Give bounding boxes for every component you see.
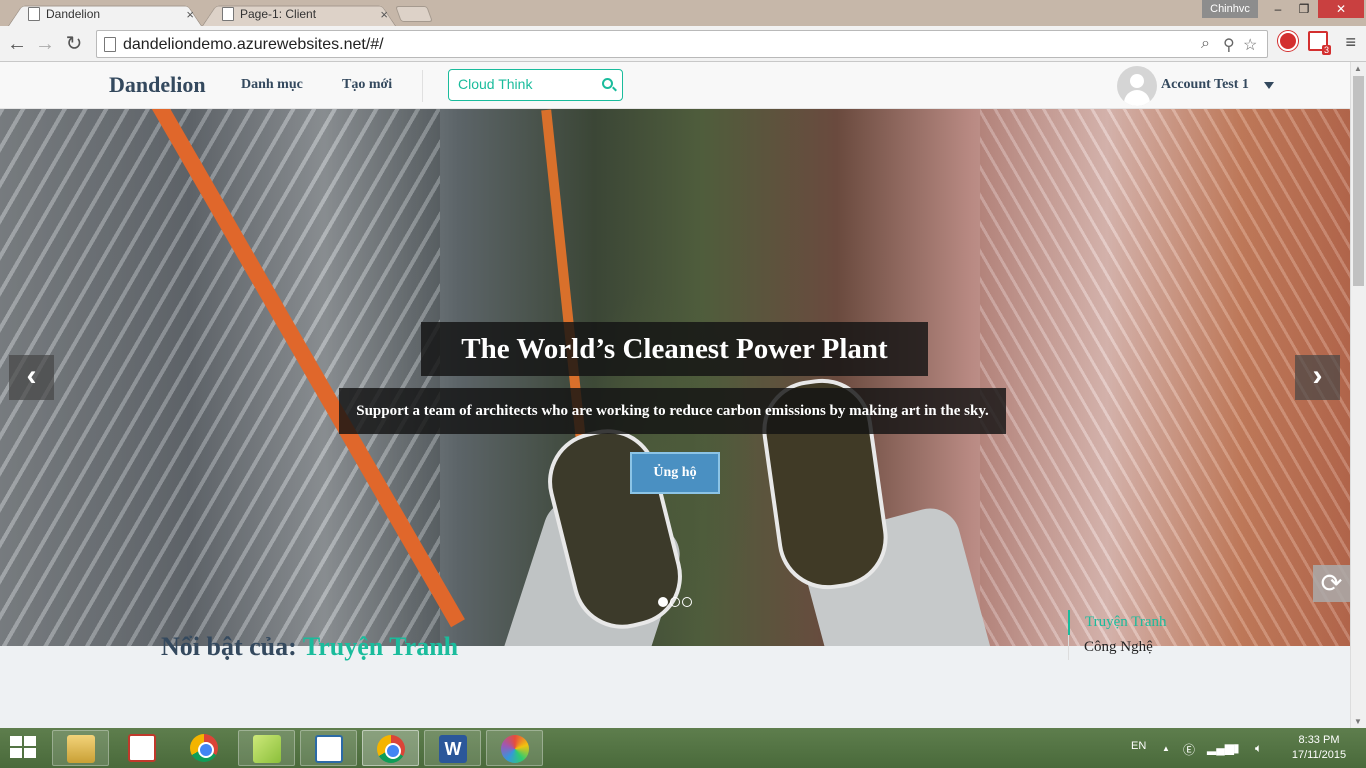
sticky-notes-icon — [253, 735, 281, 763]
taskbar-paint[interactable] — [486, 730, 543, 766]
page-icon — [104, 37, 116, 52]
scroll-down-icon[interactable]: ▼ — [1354, 717, 1362, 726]
browser-titlebar: Dandelion × Page-1: Client × Chinhvc – ❐… — [0, 0, 1366, 27]
windows-start-icon[interactable] — [10, 736, 38, 760]
maximize-button[interactable]: ❐ — [1290, 0, 1318, 18]
taskbar-unikey[interactable] — [114, 730, 171, 766]
word-icon: W — [439, 735, 467, 763]
gmail-extension-icon[interactable]: 3 — [1308, 31, 1332, 55]
scroll-up-icon[interactable]: ▲ — [1354, 64, 1362, 73]
new-tab-button[interactable] — [395, 6, 433, 22]
chrome-icon — [377, 735, 405, 763]
file-explorer-icon — [67, 735, 95, 763]
gmail-badge: 3 — [1322, 45, 1332, 55]
avatar[interactable] — [1117, 66, 1157, 106]
close-window-button[interactable]: ✕ — [1318, 0, 1364, 18]
search-input[interactable] — [458, 76, 598, 92]
account-name[interactable]: Account Test 1 — [1161, 77, 1249, 93]
windows-taskbar: W EN ▲ Ⓔ ▂▄▆ ▮ 🔈︎ 8:33 PM 17/11/2015 — [0, 728, 1366, 768]
hero-carousel: The World’s Cleanest Power Plant Support… — [0, 109, 1350, 646]
tab-label: Dandelion — [46, 7, 101, 21]
address-bar[interactable]: dandeliondemo.azurewebsites.net/#/ ⌕ ⚲ ☆ — [96, 30, 1268, 58]
minimize-button[interactable]: – — [1264, 0, 1292, 18]
carousel-prev-button[interactable]: ‹ — [9, 355, 54, 400]
tab-dandelion[interactable]: Dandelion × — [8, 2, 202, 27]
clock-date: 17/11/2015 — [1291, 749, 1347, 761]
reader-icon — [315, 735, 343, 763]
chrome-icon — [190, 734, 218, 762]
nav-divider — [422, 70, 423, 102]
featured-heading-prefix: Nổi bật của: — [161, 632, 303, 661]
site-navbar: Dandelion Danh mục Tạo mới Account Test … — [0, 62, 1350, 109]
site-brand[interactable]: Dandelion — [109, 72, 206, 98]
nav-link-danh-muc[interactable]: Danh mục — [241, 77, 303, 93]
side-nav-item-truyen-tranh[interactable]: Truyện Tranh — [1068, 610, 1167, 635]
nav-link-tao-moi[interactable]: Tạo mới — [342, 77, 392, 93]
search-icon[interactable] — [602, 78, 613, 89]
reload-button[interactable]: ↻ — [62, 32, 86, 56]
carousel-indicator-dot[interactable] — [658, 597, 668, 607]
browser-menu-icon[interactable]: ≡ — [1345, 32, 1356, 53]
carousel-indicators — [658, 597, 692, 607]
show-hidden-icons-icon[interactable]: ▲ — [1162, 744, 1170, 753]
hero-image-building-left — [0, 109, 440, 646]
tab-label: Page-1: Client — [240, 7, 317, 21]
page-favicon-icon — [28, 7, 40, 21]
forward-button[interactable]: → — [33, 32, 57, 56]
carousel-indicator-dot[interactable] — [682, 597, 692, 607]
page-viewport: Dandelion Danh mục Tạo mới Account Test … — [0, 62, 1350, 728]
ime-icon[interactable]: Ⓔ — [1183, 741, 1195, 758]
carousel-indicator-dot[interactable] — [670, 597, 680, 607]
featured-category: Truyện Tranh — [302, 632, 459, 661]
system-clock[interactable]: 8:33 PM 17/11/2015 — [1286, 733, 1352, 763]
window-user-badge[interactable]: Chinhvc — [1202, 0, 1258, 18]
unikey-icon — [128, 734, 156, 762]
tab-close-icon[interactable]: × — [186, 7, 194, 22]
adblock-extension-icon[interactable] — [1278, 31, 1298, 51]
page-favicon-icon — [222, 7, 234, 21]
side-nav-item-cong-nghe[interactable]: Công Nghệ — [1068, 635, 1167, 660]
slide-title: The World’s Cleanest Power Plant — [421, 322, 928, 376]
search-box — [448, 69, 623, 101]
back-button[interactable]: ← — [5, 32, 29, 56]
taskbar-word[interactable]: W — [424, 730, 481, 766]
volume-icon[interactable]: 🔈︎ — [1255, 741, 1262, 756]
battery-icon[interactable]: ▮ — [1233, 741, 1240, 755]
support-button[interactable]: Ủng hộ — [630, 452, 720, 494]
category-side-nav: Truyện Tranh Công Nghệ — [1068, 610, 1167, 660]
paint-icon — [501, 735, 529, 763]
taskbar-reader[interactable] — [300, 730, 357, 766]
input-language[interactable]: EN — [1131, 740, 1146, 752]
slide-subtitle: Support a team of architects who are wor… — [339, 388, 1006, 434]
network-signal-icon[interactable]: ▂▄▆ — [1207, 741, 1234, 755]
zoom-icon[interactable]: ⌕ — [1201, 35, 1210, 53]
taskbar-file-explorer[interactable] — [52, 730, 109, 766]
clock-time: 8:33 PM — [1298, 734, 1340, 746]
bookmark-star-icon[interactable]: ☆ — [1243, 35, 1257, 55]
page-scrollbar[interactable]: ▲ ▼ — [1350, 62, 1366, 728]
carousel-next-button[interactable]: › — [1295, 355, 1340, 400]
featured-heading: Nổi bật của: Truyện Tranh — [161, 632, 458, 662]
pin-icon[interactable]: ⚲ — [1223, 35, 1235, 55]
scrollbar-thumb[interactable] — [1353, 76, 1364, 286]
account-dropdown-caret-icon[interactable] — [1264, 82, 1274, 89]
browser-toolbar: ← → ↻ dandeliondemo.azurewebsites.net/#/… — [0, 26, 1366, 62]
taskbar-chrome-pinned[interactable] — [176, 730, 233, 766]
url-text[interactable]: dandeliondemo.azurewebsites.net/#/ — [123, 36, 384, 54]
taskbar-sticky-notes[interactable] — [238, 730, 295, 766]
taskbar-chrome-active[interactable] — [362, 730, 419, 766]
tab-close-icon[interactable]: × — [380, 7, 388, 22]
refresh-icon[interactable]: ⟳ — [1313, 565, 1350, 602]
tab-page-1-client[interactable]: Page-1: Client × — [202, 2, 396, 27]
